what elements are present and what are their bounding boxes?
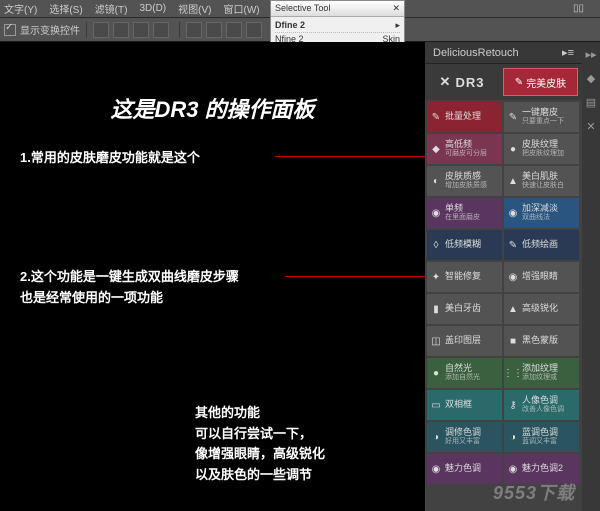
panel-menu-icon[interactable]: ▸≡ (562, 46, 574, 59)
align-icon[interactable] (113, 22, 129, 38)
show-transform-checkbox[interactable] (4, 24, 16, 36)
menu-window[interactable]: 窗口(W) (223, 1, 259, 16)
dr3-button-5[interactable]: ▲美白肌肤快速让皮肤白 (504, 166, 579, 196)
dr3-button-12[interactable]: ▮美白牙齿 (427, 294, 502, 324)
annotation-1: 1.常用的皮肤磨皮功能就是这个 (20, 147, 200, 166)
dr3-button-21[interactable]: ◑蓝调色调蓝调又丰富 (504, 422, 579, 452)
button-icon: ▲ (507, 175, 519, 187)
button-icon: ● (430, 367, 442, 379)
tool-icon[interactable]: ◆ (584, 72, 598, 86)
panel-title: DeliciousRetouch (433, 47, 519, 59)
button-icon: ◑ (430, 431, 442, 443)
distribute-icon[interactable] (186, 22, 202, 38)
dr3-button-13[interactable]: ▲高级锐化 (504, 294, 579, 324)
canvas-area: 这是DR3 的操作面板 1.常用的皮肤磨皮功能就是这个 2.这个功能是一键生成双… (0, 42, 425, 511)
distribute-icon[interactable] (246, 22, 262, 38)
button-icon: ✎ (430, 111, 442, 123)
popup-title: Selective Tool (275, 3, 330, 14)
tool-icon[interactable]: ▤ (584, 96, 598, 110)
canvas-title: 这是DR3 的操作面板 (0, 92, 425, 124)
button-icon: ◑ (507, 431, 519, 443)
dr3-button-2[interactable]: ◆高低频可磨皮可分层 (427, 134, 502, 164)
tool-icon[interactable]: ✕ (584, 120, 598, 134)
menu-collapse-icon[interactable]: ▯▯ (573, 3, 584, 14)
menu-filter[interactable]: 滤镜(T) (95, 1, 128, 16)
button-icon: ⋮⋮ (507, 367, 519, 379)
button-icon: ✦ (430, 271, 442, 283)
dr3-button-0[interactable]: ✎批量处理 (427, 102, 502, 132)
menu-view[interactable]: 视图(V) (178, 1, 211, 16)
button-icon: ◉ (507, 207, 519, 219)
button-icon: ▭ (430, 399, 442, 411)
button-icon: ◊ (430, 239, 442, 251)
align-icon[interactable] (153, 22, 169, 38)
arrow-line (285, 276, 445, 277)
button-icon: ● (507, 143, 519, 155)
menu-3d[interactable]: 3D(D) (139, 3, 166, 14)
annotation-2: 2.这个功能是一键生成双曲线磨皮步骤也是经常使用的一项功能 (20, 267, 239, 309)
dr3-button-14[interactable]: ◫盖印图层 (427, 326, 502, 356)
button-icon: ◉ (507, 271, 519, 283)
button-icon: ◐ (430, 175, 442, 187)
dr3-button-11[interactable]: ◉增强眼睛 (504, 262, 579, 292)
dr3-button-4[interactable]: ◐皮肤质感增加皮肤质感 (427, 166, 502, 196)
menu-select[interactable]: 选择(S) (49, 1, 82, 16)
dr3-button-7[interactable]: ◉加深减淡双曲线法 (504, 198, 579, 228)
dr3-button-16[interactable]: ●自然光添加自然光 (427, 358, 502, 388)
show-transform-label: 显示变换控件 (20, 22, 80, 37)
dr3-panel: DeliciousRetouch ▸≡ ✕ DR3 ✎ 完美皮肤 ✎批量处理✎一… (425, 42, 582, 511)
button-icon: ■ (507, 335, 519, 347)
menu-text[interactable]: 文字(Y) (4, 1, 37, 16)
dr3-button-1[interactable]: ✎一键磨皮只要重点一下 (504, 102, 579, 132)
button-icon: ✎ (507, 239, 519, 251)
perfect-skin-button[interactable]: ✎ 完美皮肤 (503, 68, 578, 96)
arrow-line (275, 156, 430, 157)
collapse-icon[interactable]: ▸▸ (584, 48, 598, 62)
dr3-button-3[interactable]: ●皮肤纹理把皮肤纹理加 (504, 134, 579, 164)
dr3-logo: ✕ DR3 (425, 74, 499, 90)
fork-knife-icon: ✕ (440, 74, 452, 90)
button-icon: ▮ (430, 303, 442, 315)
button-icon: ◆ (430, 143, 442, 155)
distribute-icon[interactable] (206, 22, 222, 38)
dr3-button-6[interactable]: ◉单频在里面磨皮 (427, 198, 502, 228)
dr3-button-22[interactable]: ◉魅力色调 (427, 454, 502, 484)
button-icon: ▲ (507, 303, 519, 315)
right-icon-bar: ▸▸ ◆ ▤ ✕ (582, 42, 600, 511)
bottom-annotation: 其他的功能 可以自行尝试一下， 像增强眼睛，高级锐化 以及肤色的一些调节 (195, 403, 325, 486)
dr3-button-20[interactable]: ◑调修色调好用又丰富 (427, 422, 502, 452)
dr3-button-8[interactable]: ◊低频模糊 (427, 230, 502, 260)
watermark: 9553下载 (493, 479, 575, 505)
button-icon: ◫ (430, 335, 442, 347)
dr3-button-10[interactable]: ✦智能修复 (427, 262, 502, 292)
button-icon: ⚷ (507, 399, 519, 411)
dr3-button-9[interactable]: ✎低频绘画 (504, 230, 579, 260)
button-icon: ◉ (507, 463, 519, 475)
dr3-button-17[interactable]: ⋮⋮添加纹理添加纹理或 (504, 358, 579, 388)
close-icon[interactable]: ✕ (392, 3, 400, 14)
button-icon: ◉ (430, 463, 442, 475)
button-icon: ◉ (430, 207, 442, 219)
dr3-button-19[interactable]: ⚷人像色调改善人像色调 (504, 390, 579, 420)
dr3-button-18[interactable]: ▭双相框 (427, 390, 502, 420)
button-icon: ✎ (507, 111, 519, 123)
dr3-button-15[interactable]: ■黑色蒙版 (504, 326, 579, 356)
popup-item[interactable]: Dfine 2 (275, 20, 305, 31)
button-grid: ✎批量处理✎一键磨皮只要重点一下◆高低频可磨皮可分层●皮肤纹理把皮肤纹理加◐皮肤… (425, 100, 582, 486)
brush-icon: ✎ (515, 77, 523, 88)
distribute-icon[interactable] (226, 22, 242, 38)
align-icon[interactable] (93, 22, 109, 38)
align-icon[interactable] (133, 22, 149, 38)
